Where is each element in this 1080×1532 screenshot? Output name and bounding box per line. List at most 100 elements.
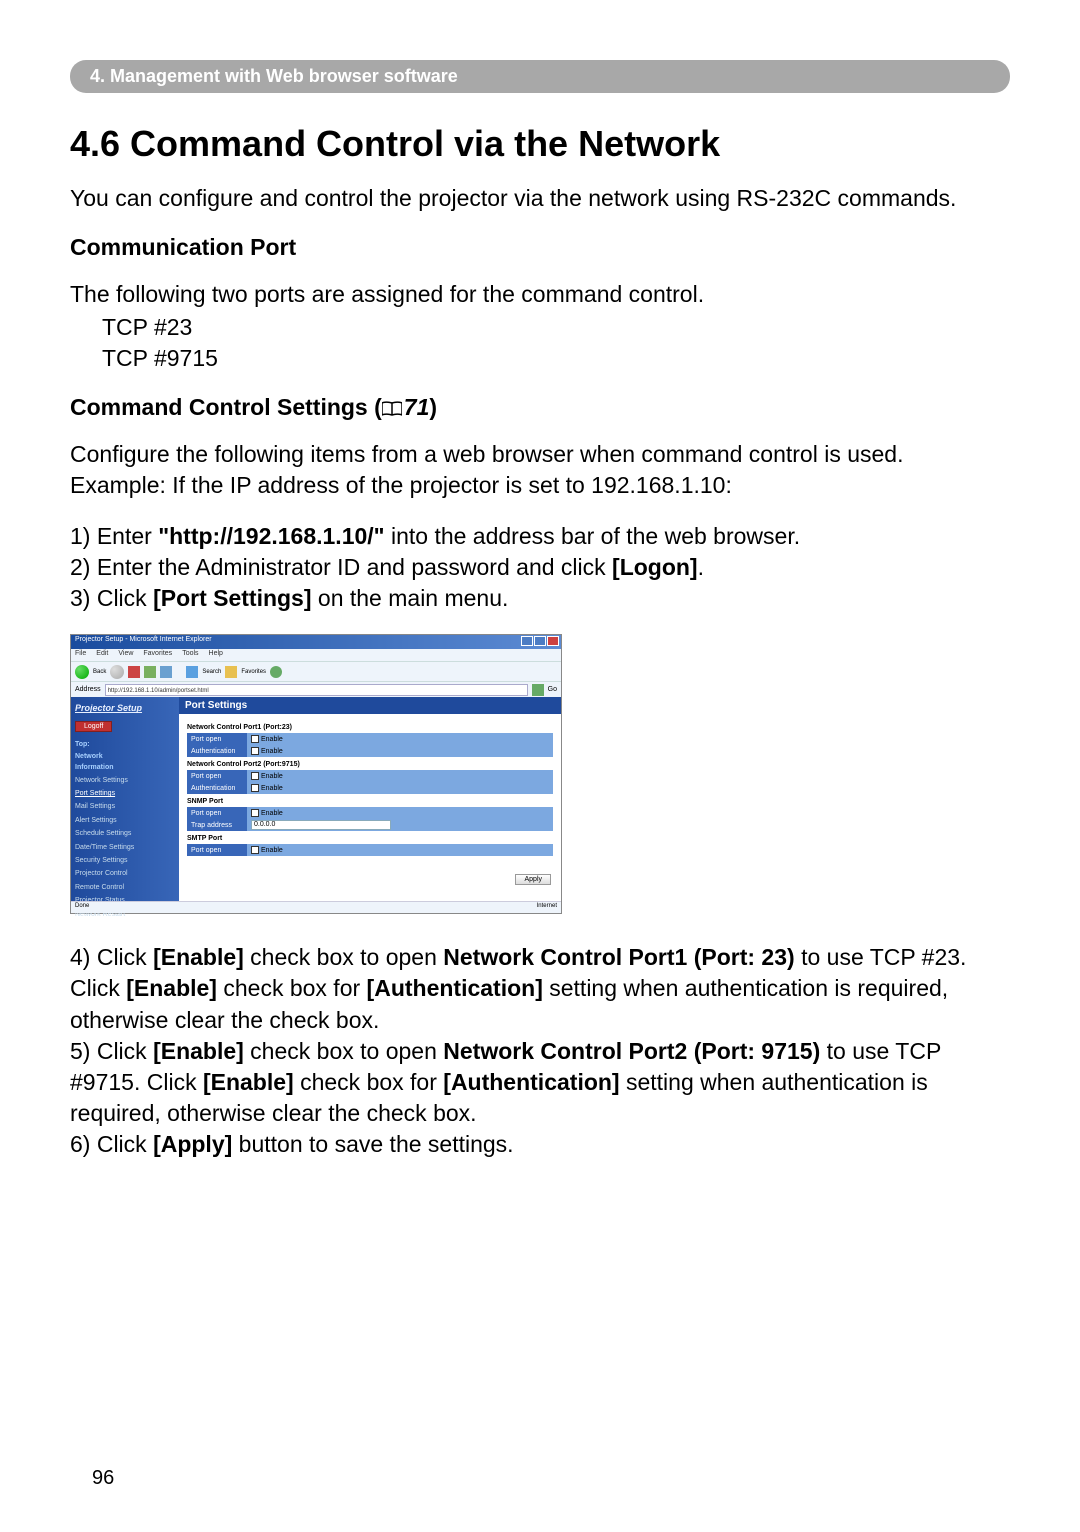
table-smtp: Port openEnable: [187, 844, 553, 856]
sidebar-item-datetime-settings[interactable]: Date/Time Settings: [75, 844, 175, 852]
back-icon[interactable]: [75, 665, 89, 679]
menu-file[interactable]: File: [75, 650, 86, 660]
stop-icon[interactable]: [128, 666, 140, 678]
ncp1-portopen-label: Port open: [187, 733, 247, 745]
snmp-trap-label: Trap address: [187, 819, 247, 831]
cc-settings-title: Command Control Settings (71): [70, 394, 1010, 421]
step1-pre: 1) Enter: [70, 523, 158, 549]
step-6: 6) Click [Apply] button to save the sett…: [70, 1129, 1010, 1160]
s4-mid1: check box to open: [244, 944, 443, 970]
menu-view[interactable]: View: [118, 650, 133, 660]
favorites-icon[interactable]: [225, 666, 237, 678]
sidebar-item-port-settings[interactable]: Port Settings: [75, 790, 175, 798]
ncp1-enable-label: Enable: [261, 736, 283, 743]
main-title: Port Settings: [179, 697, 561, 714]
step2-logon: [Logon]: [612, 554, 698, 580]
browser-screenshot: Projector Setup - Microsoft Internet Exp…: [70, 634, 562, 914]
minimize-icon[interactable]: [521, 636, 533, 646]
ncp2-auth-checkbox[interactable]: [251, 784, 259, 792]
menu-tools[interactable]: Tools: [182, 650, 198, 660]
menu-edit[interactable]: Edit: [96, 650, 108, 660]
s5-mid3: check box for: [294, 1069, 444, 1095]
s5-mid1: check box to open: [244, 1038, 443, 1064]
step3-portsettings: [Port Settings]: [153, 585, 311, 611]
snmp-trap-input[interactable]: 0.0.0.0: [251, 820, 391, 830]
smtp-enable-label: Enable: [261, 847, 283, 854]
step2-pre: 2) Enter the Administrator ID and passwo…: [70, 554, 612, 580]
chapter-header: 4. Management with Web browser software: [70, 60, 1010, 93]
browser-menubar: File Edit View Favorites Tools Help: [71, 649, 561, 661]
logoff-button[interactable]: Logoff: [75, 721, 112, 732]
smtp-portopen-checkbox[interactable]: [251, 846, 259, 854]
table-ncp2: Port openEnable AuthenticationEnable: [187, 770, 553, 794]
sidebar-item-remote-control[interactable]: Remote Control: [75, 884, 175, 892]
step3-post: on the main menu.: [312, 585, 509, 611]
s5-b3: [Enable]: [203, 1069, 294, 1095]
ncp1-auth-checkbox[interactable]: [251, 747, 259, 755]
media-icon[interactable]: [270, 666, 282, 678]
config-intro-1: Configure the following items from a web…: [70, 439, 1010, 470]
browser-toolbar: Back Search Favorites: [71, 661, 561, 681]
go-button[interactable]: [532, 684, 544, 696]
book-icon: [382, 401, 402, 417]
s4-b1: [Enable]: [153, 944, 244, 970]
group-ncp2: Network Control Port2 (Port:9715): [187, 761, 553, 768]
menu-favorites[interactable]: Favorites: [143, 650, 172, 660]
s5-b2: Network Control Port2 (Port: 9715): [443, 1038, 820, 1064]
cc-title-prefix: Command Control Settings (: [70, 394, 382, 420]
tcp-port-2: TCP #9715: [102, 343, 1010, 374]
step-5: 5) Click [Enable] check box to open Netw…: [70, 1036, 1010, 1129]
s6-b1: [Apply]: [153, 1131, 232, 1157]
sidebar-header-top: Top:: [75, 740, 175, 749]
home-icon[interactable]: [160, 666, 172, 678]
group-ncp1: Network Control Port1 (Port:23): [187, 724, 553, 731]
address-label: Address: [75, 686, 101, 693]
sidebar-item-network-settings[interactable]: Network Settings: [75, 777, 175, 785]
step3-pre: 3) Click: [70, 585, 153, 611]
sidebar-title: Projector Setup: [75, 703, 175, 713]
s5-b1: [Enable]: [153, 1038, 244, 1064]
tcp-port-1: TCP #23: [102, 312, 1010, 343]
search-icon[interactable]: [186, 666, 198, 678]
address-bar: Address http://192.168.1.10/admin/portse…: [71, 681, 561, 697]
section-title: 4.6 Command Control via the Network: [70, 123, 1010, 165]
comm-port-lead: The following two ports are assigned for…: [70, 279, 1010, 310]
menu-help[interactable]: Help: [209, 650, 223, 660]
cc-title-suffix: ): [429, 394, 437, 420]
step1-post: into the address bar of the web browser.: [385, 523, 801, 549]
snmp-portopen-label: Port open: [187, 807, 247, 819]
apply-button[interactable]: Apply: [515, 874, 551, 885]
config-intro-2: Example: If the IP address of the projec…: [70, 470, 1010, 501]
status-left: Done: [75, 903, 89, 912]
close-icon[interactable]: [547, 636, 559, 646]
table-snmp: Port openEnable Trap address0.0.0.0: [187, 807, 553, 831]
intro-text: You can configure and control the projec…: [70, 183, 1010, 214]
maximize-icon[interactable]: [534, 636, 546, 646]
s5-pre: 5) Click: [70, 1038, 153, 1064]
sidebar-header-network: Network: [75, 752, 175, 761]
comm-port-title: Communication Port: [70, 234, 1010, 261]
step-1: 1) Enter "http://192.168.1.10/" into the…: [70, 521, 1010, 552]
sidebar-item-schedule-settings[interactable]: Schedule Settings: [75, 830, 175, 838]
step-3: 3) Click [Port Settings] on the main men…: [70, 583, 1010, 614]
window-title: Projector Setup - Microsoft Internet Exp…: [75, 636, 212, 643]
sidebar-item-alert-settings[interactable]: Alert Settings: [75, 817, 175, 825]
ncp2-auth-enable: Enable: [261, 785, 283, 792]
step1-url: "http://192.168.1.10/": [158, 523, 384, 549]
ncp1-portopen-checkbox[interactable]: [251, 735, 259, 743]
step2-post: .: [698, 554, 704, 580]
forward-icon[interactable]: [110, 665, 124, 679]
refresh-icon[interactable]: [144, 666, 156, 678]
ncp2-enable-label: Enable: [261, 773, 283, 780]
window-buttons: [521, 636, 559, 646]
ncp2-portopen-checkbox[interactable]: [251, 772, 259, 780]
sidebar-item-security-settings[interactable]: Security Settings: [75, 857, 175, 865]
s4-pre: 4) Click: [70, 944, 153, 970]
page-number: 96: [92, 1467, 114, 1490]
go-label: Go: [548, 686, 557, 693]
sidebar-item-mail-settings[interactable]: Mail Settings: [75, 803, 175, 811]
address-input[interactable]: http://192.168.1.10/admin/portset.html: [105, 684, 528, 696]
sidebar-item-projector-control[interactable]: Projector Control: [75, 870, 175, 878]
snmp-portopen-checkbox[interactable]: [251, 809, 259, 817]
step-2: 2) Enter the Administrator ID and passwo…: [70, 552, 1010, 583]
